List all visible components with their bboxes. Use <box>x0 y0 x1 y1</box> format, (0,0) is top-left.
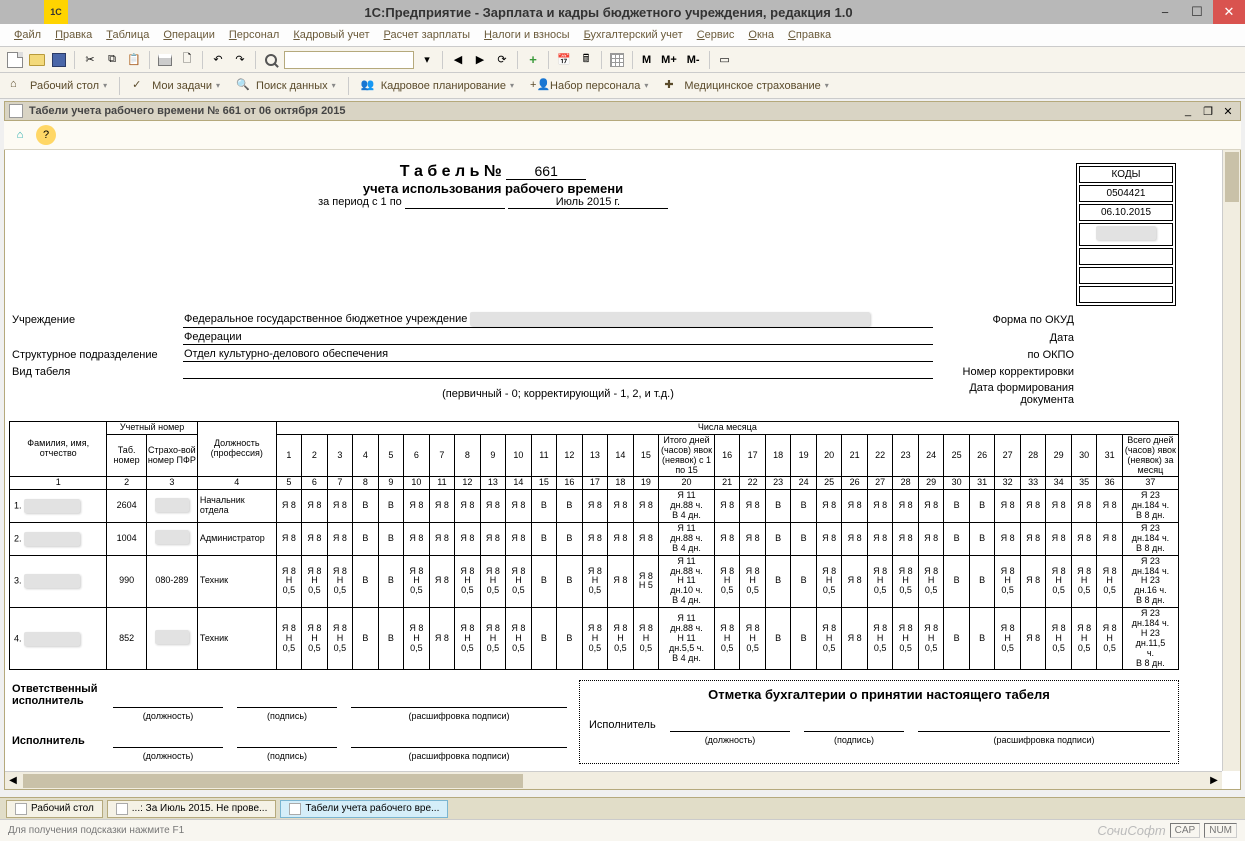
menu-0[interactable]: Файл <box>8 27 47 43</box>
doc-minimize-button[interactable]: _ <box>1180 104 1196 118</box>
redo-icon[interactable]: ↷ <box>231 51 249 69</box>
app-toolbar: ⌂Рабочий стол▾ ✓Мои задачи▾ 🔍Поиск данных▾… <box>0 73 1245 99</box>
appbar-icon: +👤 <box>530 78 546 94</box>
cut-icon[interactable]: ✂ <box>81 51 99 69</box>
tab-desktop[interactable]: Рабочий стол <box>6 800 103 818</box>
calc-icon[interactable]: 🖩 <box>577 51 595 69</box>
report-subtitle: учета использования рабочего времени <box>12 181 974 196</box>
appbar-рабочий-стол[interactable]: ⌂Рабочий стол▾ <box>6 76 111 96</box>
table-row: 1. 2604Начальник отделаЯ 8Я 8Я 8ВВЯ 8Я 8… <box>10 490 1179 523</box>
executor-label: Исполнитель <box>11 734 111 748</box>
search-input[interactable] <box>284 51 414 69</box>
menu-9[interactable]: Сервис <box>691 27 741 43</box>
accounting-title: Отметка бухгалтерии о принятии настоящег… <box>586 687 1172 702</box>
appbar-icon: ✚ <box>664 78 680 94</box>
institution-label: Учреждение <box>11 311 181 328</box>
menu-2[interactable]: Таблица <box>100 27 155 43</box>
menu-3[interactable]: Операции <box>157 27 220 43</box>
window-maximize-button[interactable]: ☐ <box>1181 0 1213 24</box>
open-icon[interactable] <box>28 51 46 69</box>
hint-text: Для получения подсказки нажмите F1 <box>8 825 184 836</box>
appbar-кадровое-планирование[interactable]: 👥Кадровое планирование▾ <box>357 76 518 96</box>
timesheet-table: Фамилия, имя, отчество Учетный номер Дол… <box>9 421 1179 670</box>
m-plus-button[interactable]: M+ <box>658 54 680 66</box>
print-icon[interactable] <box>156 51 174 69</box>
menu-5[interactable]: Кадровый учет <box>287 27 375 43</box>
doc-restore-button[interactable]: ❐ <box>1200 104 1216 118</box>
menu-10[interactable]: Окна <box>742 27 780 43</box>
brand-label: СочиСофт <box>1097 823 1165 838</box>
appbar-icon: 👥 <box>361 78 377 94</box>
help-icon[interactable]: ? <box>36 125 56 145</box>
report-title: Т а б е л ь № 661 <box>12 163 974 181</box>
document-icon <box>9 104 23 118</box>
horizontal-scrollbar[interactable]: ◀▶ <box>5 771 1222 789</box>
m-minus-button[interactable]: M- <box>684 54 703 66</box>
codes-table: КОДЫ 0504421 06.10.2015 <box>1076 163 1176 306</box>
window-titlebar: 1C 1С:Предприятие - Зарплата и кадры бюд… <box>0 0 1245 24</box>
appbar-icon: ✓ <box>132 78 148 94</box>
caps-indicator: CAP <box>1170 823 1201 838</box>
new-file-icon[interactable] <box>6 51 24 69</box>
windows-icon[interactable]: ▭ <box>716 51 734 69</box>
tab-timesheet[interactable]: Табели учета рабочего вре... <box>280 800 448 818</box>
paste-icon[interactable]: 📋 <box>125 51 143 69</box>
document-title: Табели учета рабочего времени № 661 от 0… <box>29 105 1180 117</box>
responsible-label: Ответственный исполнитель <box>11 682 111 708</box>
document-tab: Табели учета рабочего времени № 661 от 0… <box>4 101 1241 121</box>
undo-icon[interactable]: ↶ <box>209 51 227 69</box>
copy-icon[interactable]: ⧉ <box>103 51 121 69</box>
menu-8[interactable]: Бухгалтерский учет <box>578 27 689 43</box>
search-icon[interactable] <box>262 51 280 69</box>
appbar-icon: ⌂ <box>10 78 26 94</box>
grid-icon[interactable] <box>608 51 626 69</box>
window-close-button[interactable]: ✕ <box>1213 0 1245 24</box>
nav-back-icon[interactable]: ◀ <box>449 51 467 69</box>
print-preview-icon[interactable]: 🗋 <box>178 51 196 69</box>
window-title: 1С:Предприятие - Зарплата и кадры бюджет… <box>68 5 1149 20</box>
main-menu: ФайлПравкаТаблицаОперацииПерсоналКадровы… <box>0 24 1245 47</box>
appbar-icon: 🔍 <box>236 78 252 94</box>
appbar-медицинское-страхование[interactable]: ✚Медицинское страхование▾ <box>660 76 832 96</box>
document-toolbar: ⌂ ? <box>4 121 1241 150</box>
calendar-icon[interactable]: 📅 <box>555 51 573 69</box>
tab-july-2015[interactable]: ...: За Июль 2015. Не прове... <box>107 800 277 818</box>
doc-close-button[interactable]: ✕ <box>1220 104 1236 118</box>
menu-7[interactable]: Налоги и взносы <box>478 27 576 43</box>
menu-11[interactable]: Справка <box>782 27 837 43</box>
appbar-поиск-данных[interactable]: 🔍Поиск данных▾ <box>232 76 340 96</box>
num-indicator: NUM <box>1204 823 1237 838</box>
add-icon[interactable]: + <box>524 51 542 69</box>
save-icon[interactable] <box>50 51 68 69</box>
table-row: 4. 852ТехникЯ 8Н0,5Я 8Н0,5Я 8Н0,5ВВЯ 8Н0… <box>10 608 1179 670</box>
window-minimize-button[interactable]: − <box>1149 0 1181 24</box>
window-tabs-bar: Рабочий стол ...: За Июль 2015. Не прове… <box>0 797 1245 819</box>
menu-6[interactable]: Расчет зарплаты <box>378 27 477 43</box>
menu-4[interactable]: Персонал <box>223 27 286 43</box>
app-icon-1c: 1C <box>44 0 68 24</box>
type-label: Вид табеля <box>11 364 181 379</box>
nav-fwd-icon[interactable]: ▶ <box>471 51 489 69</box>
table-row: 2. 1004АдминистраторЯ 8Я 8Я 8ВВЯ 8Я 8Я 8… <box>10 523 1179 556</box>
appbar-набор-персонала[interactable]: +👤Набор персонала▾ <box>526 76 652 96</box>
table-row: 3. 990080-289ТехникЯ 8Н0,5Я 8Н0,5Я 8Н0,5… <box>10 555 1179 607</box>
refresh-icon[interactable]: ⟳ <box>493 51 511 69</box>
subdivision-label: Структурное подразделение <box>11 347 181 362</box>
appbar-мои-задачи[interactable]: ✓Мои задачи▾ <box>128 76 224 96</box>
standard-toolbar: ✂ ⧉ 📋 🗋 ↶ ↷ ▾ ◀ ▶ ⟳ + 📅 🖩 M M+ M- ▭ <box>0 47 1245 73</box>
status-bar: Для получения подсказки нажмите F1 СочиС… <box>0 819 1245 841</box>
m-button[interactable]: M <box>639 54 654 66</box>
search-dropdown-icon[interactable]: ▾ <box>418 51 436 69</box>
preview-icon[interactable]: ⌂ <box>10 125 30 145</box>
menu-1[interactable]: Правка <box>49 27 98 43</box>
vertical-scrollbar[interactable] <box>1222 150 1240 771</box>
